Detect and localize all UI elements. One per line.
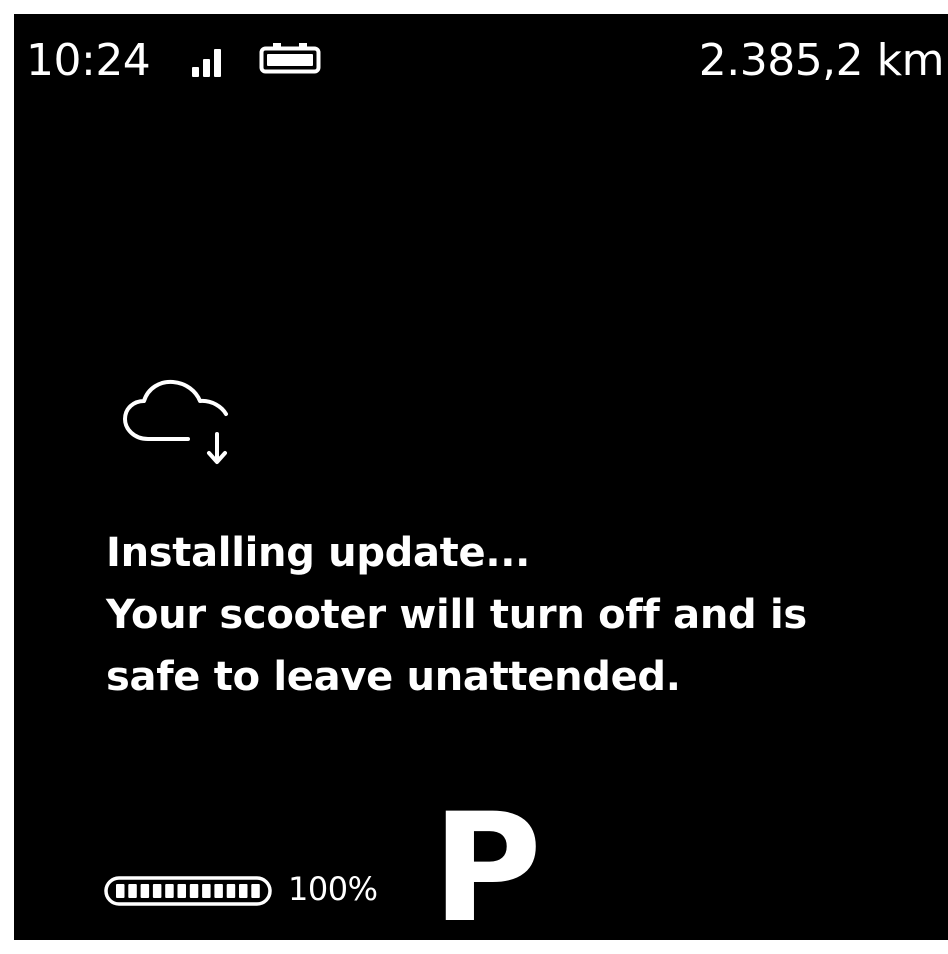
battery-segment <box>177 884 186 898</box>
update-line-2: Your scooter will turn off and is <box>106 592 807 638</box>
battery-segment <box>152 884 162 898</box>
battery-segment <box>226 884 236 898</box>
battery-segment <box>128 884 137 898</box>
update-title: Installing update... <box>106 530 531 576</box>
battery-segment <box>214 884 223 898</box>
battery-segment <box>140 884 150 898</box>
battery-segment <box>116 884 125 898</box>
battery-segment <box>251 884 260 898</box>
battery-segment <box>202 884 211 898</box>
cloud-download-icon <box>123 379 228 464</box>
battery-segment <box>189 884 199 898</box>
scooter-display: 10:24 2.385,2 km Installing update... Yo… <box>14 14 948 940</box>
battery-segment <box>165 884 174 898</box>
battery-segment <box>239 884 248 898</box>
update-message: Installing update... Your scooter will t… <box>106 522 926 708</box>
update-line-3: safe to leave unattended. <box>106 654 681 700</box>
cellular-signal-icon <box>192 47 232 77</box>
battery-level-segments <box>116 884 260 898</box>
battery-icon <box>259 43 321 74</box>
odometer: 2.385,2 km <box>698 35 945 86</box>
status-bar: 10:24 2.385,2 km <box>14 14 948 114</box>
battery-level-gauge <box>104 876 272 906</box>
clock: 10:24 <box>26 35 151 86</box>
gear-indicator: P <box>432 782 542 940</box>
battery-percent: 100% <box>288 870 378 908</box>
